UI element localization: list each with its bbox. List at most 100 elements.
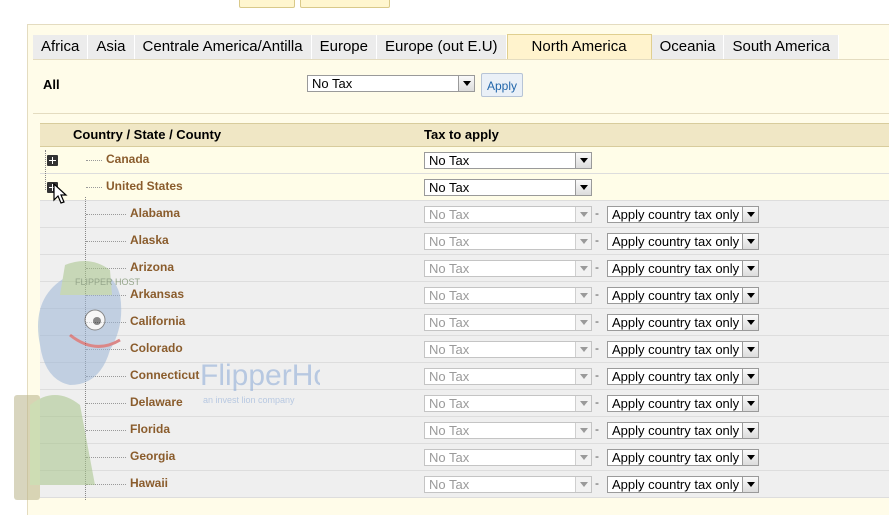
country-name[interactable]: Canada: [106, 152, 149, 166]
country-tax-select[interactable]: No Tax: [424, 152, 592, 169]
tree-connector: [86, 403, 126, 404]
country-tax-select-value: No Tax: [429, 153, 470, 168]
state-mode-select[interactable]: Apply country tax only: [607, 260, 759, 277]
col-tax-header: Tax to apply: [424, 127, 499, 142]
state-name[interactable]: Florida: [130, 422, 170, 436]
state-name[interactable]: Arkansas: [130, 287, 184, 301]
tree-connector: [86, 268, 126, 269]
state-mode-select-value: Apply country tax only: [612, 342, 740, 357]
tab-south-america[interactable]: South America: [724, 35, 840, 59]
state-name[interactable]: Colorado: [130, 341, 183, 355]
state-mode-select-value: Apply country tax only: [612, 423, 740, 438]
separator-dash: -: [595, 287, 599, 301]
tree-connector: [86, 430, 126, 431]
chevron-down-icon: [575, 180, 591, 195]
chevron-down-icon: [575, 315, 591, 330]
separator-dash: -: [595, 206, 599, 220]
state-name[interactable]: Alabama: [130, 206, 180, 220]
country-name[interactable]: United States: [106, 179, 183, 193]
tab-europe[interactable]: Europe: [311, 35, 377, 59]
state-tax-select-value: No Tax: [429, 234, 470, 249]
state-mode-select-value: Apply country tax only: [612, 477, 740, 492]
state-tax-select-value: No Tax: [429, 207, 470, 222]
state-tax-select-value: No Tax: [429, 477, 470, 492]
top-button-2[interactable]: [300, 0, 390, 8]
all-tax-select[interactable]: No Tax: [307, 75, 475, 92]
state-row: Florida No Tax - Apply country tax only: [40, 417, 889, 444]
state-mode-select[interactable]: Apply country tax only: [607, 476, 759, 493]
state-row: Arizona No Tax - Apply country tax only: [40, 255, 889, 282]
separator-dash: -: [595, 476, 599, 490]
state-name[interactable]: Delaware: [130, 395, 183, 409]
state-mode-select[interactable]: Apply country tax only: [607, 314, 759, 331]
state-tax-select: No Tax: [424, 314, 592, 331]
state-tax-select-value: No Tax: [429, 369, 470, 384]
state-mode-select[interactable]: Apply country tax only: [607, 449, 759, 466]
state-mode-select[interactable]: Apply country tax only: [607, 368, 759, 385]
tree-connector: [86, 295, 126, 296]
chevron-down-icon: [575, 477, 591, 492]
chevron-down-icon: [575, 288, 591, 303]
tab-africa[interactable]: Africa: [33, 35, 89, 59]
tab-centrale-america-antilla[interactable]: Centrale America/Antilla: [134, 35, 312, 59]
state-tax-select: No Tax: [424, 287, 592, 304]
tree-connector: [86, 187, 102, 188]
chevron-down-icon: [575, 369, 591, 384]
country-tax-select[interactable]: No Tax: [424, 179, 592, 196]
chevron-down-icon: [742, 234, 758, 249]
separator-dash: -: [595, 368, 599, 382]
state-mode-select[interactable]: Apply country tax only: [607, 233, 759, 250]
apply-button[interactable]: Apply: [481, 73, 523, 97]
tab-asia[interactable]: Asia: [88, 35, 135, 59]
state-tax-select-value: No Tax: [429, 396, 470, 411]
state-tax-select: No Tax: [424, 233, 592, 250]
separator-dash: -: [595, 314, 599, 328]
chevron-down-icon: [458, 76, 474, 91]
chevron-down-icon: [742, 261, 758, 276]
state-row: Alabama No Tax - Apply country tax only: [40, 201, 889, 228]
state-mode-select[interactable]: Apply country tax only: [607, 341, 759, 358]
chevron-down-icon: [742, 450, 758, 465]
state-name[interactable]: Alaska: [130, 233, 169, 247]
country-row: United States No Tax: [40, 174, 889, 201]
separator-dash: -: [595, 260, 599, 274]
tree-connector: [86, 349, 126, 350]
tree-connector: [86, 376, 126, 377]
state-mode-select[interactable]: Apply country tax only: [607, 422, 759, 439]
state-mode-select[interactable]: Apply country tax only: [607, 287, 759, 304]
state-tax-select: No Tax: [424, 395, 592, 412]
chevron-down-icon: [575, 234, 591, 249]
tab-north-america[interactable]: North America: [506, 34, 652, 60]
state-name[interactable]: Georgia: [130, 449, 175, 463]
state-name[interactable]: California: [130, 314, 185, 328]
state-name[interactable]: Arizona: [130, 260, 174, 274]
tax-table: Country / State / County Tax to apply Ca…: [40, 123, 889, 500]
country-tax-select-value: No Tax: [429, 180, 470, 195]
separator-dash: -: [595, 395, 599, 409]
state-tax-select-value: No Tax: [429, 423, 470, 438]
chevron-down-icon: [575, 261, 591, 276]
state-row: Hawaii No Tax - Apply country tax only: [40, 471, 889, 498]
country-row: Canada No Tax: [40, 147, 889, 174]
state-tax-select: No Tax: [424, 260, 592, 277]
tab-europe-out-e-u[interactable]: Europe (out E.U): [376, 35, 507, 59]
chevron-down-icon: [742, 396, 758, 411]
state-name[interactable]: Connecticut: [130, 368, 199, 382]
all-label: All: [43, 77, 60, 92]
state-mode-select[interactable]: Apply country tax only: [607, 395, 759, 412]
expand-plus-icon[interactable]: [47, 155, 58, 166]
tab-oceania[interactable]: Oceania: [651, 35, 725, 59]
tree-connector: [86, 160, 102, 161]
state-mode-select[interactable]: Apply country tax only: [607, 206, 759, 223]
separator-dash: -: [595, 341, 599, 355]
chevron-down-icon: [575, 342, 591, 357]
top-button-1[interactable]: [239, 0, 295, 8]
separator-dash: -: [595, 233, 599, 247]
region-tabs: Africa Asia Centrale America/Antilla Europe…: [33, 34, 840, 60]
chevron-down-icon: [575, 396, 591, 411]
separator-dash: -: [595, 449, 599, 463]
state-tax-select: No Tax: [424, 476, 592, 493]
state-tax-select-value: No Tax: [429, 315, 470, 330]
state-name[interactable]: Hawaii: [130, 476, 168, 490]
chevron-down-icon: [742, 207, 758, 222]
